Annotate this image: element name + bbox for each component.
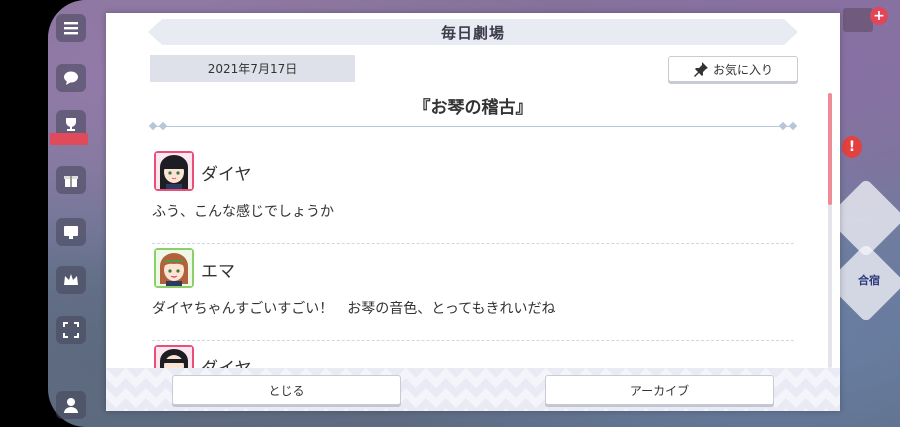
dialogue-text: ふう、こんな感じでしょうか	[152, 204, 334, 220]
camp-tile-label: 合宿	[858, 274, 880, 287]
date-label: 2021年7月17日	[150, 55, 355, 82]
crown-icon	[64, 274, 78, 285]
divider-ornament	[148, 121, 158, 131]
dialogue-entry: ダイヤ	[152, 341, 794, 369]
expand-icon	[63, 322, 79, 338]
news-menu-button[interactable]	[56, 218, 86, 246]
favorite-button[interactable]: お気に入り	[668, 56, 798, 82]
person-icon	[64, 398, 78, 413]
divider	[152, 126, 794, 127]
dialogue-text: ダイヤちゃんすごいすごい！ お琴の音色、とってもきれいだね	[152, 301, 556, 317]
character-portrait-icon	[156, 153, 192, 189]
avatar-dia	[154, 151, 194, 191]
scrollbar-thumb[interactable]	[828, 93, 832, 205]
favorite-label: お気に入り	[712, 62, 773, 77]
speaker-name: ダイヤ	[201, 359, 252, 369]
trophy-icon	[66, 118, 76, 131]
profile-menu-button[interactable]	[56, 391, 86, 419]
divider-ornament	[158, 121, 168, 131]
close-button[interactable]: とじる	[172, 375, 401, 405]
monitor-icon	[64, 226, 78, 239]
avatar-emma	[154, 248, 194, 288]
dialogue-entry: エマ ダイヤちゃんすごいすごい！ お琴の音色、とってもきれいだね	[152, 244, 794, 341]
speaker-name: ダイヤ	[201, 165, 252, 185]
character-portrait-icon	[156, 250, 192, 286]
archive-button[interactable]: アーカイブ	[545, 375, 774, 405]
character-portrait-icon	[156, 347, 192, 369]
episode-title: 『お琴の稽古』	[413, 98, 533, 118]
title-banner: 毎日劇場	[148, 19, 798, 45]
add-currency-icon[interactable]: +	[870, 7, 888, 25]
fullscreen-button[interactable]	[56, 316, 86, 344]
present-menu-button[interactable]	[56, 166, 86, 194]
avatar-dia	[154, 345, 194, 369]
chat-bubble-icon	[64, 71, 78, 85]
daily-theater-dialog: 毎日劇場 2021年7月17日 お気に入り 『お琴の稽古』 ダイヤ ふう、こんな…	[106, 13, 840, 411]
divider-ornament	[788, 121, 798, 131]
chat-menu-button[interactable]	[56, 64, 86, 92]
hamburger-icon	[64, 22, 78, 35]
speaker-name: エマ	[201, 262, 235, 282]
currency-counter	[843, 8, 873, 32]
gift-icon	[64, 176, 78, 187]
menu-button[interactable]	[56, 14, 86, 42]
pin-icon	[693, 62, 708, 77]
dialog-title: 毎日劇場	[440, 23, 505, 42]
event-tag	[50, 133, 88, 145]
dialogue-entry: ダイヤ ふう、こんな感じでしょうか	[152, 147, 794, 244]
dialogue-list[interactable]: ダイヤ ふう、こんな感じでしょうか エマ ダイヤちゃんすごいすごい！ お琴の音色	[152, 147, 794, 369]
alert-icon[interactable]: !	[842, 136, 862, 158]
divider-ornament	[778, 121, 788, 131]
ranking-menu-button[interactable]	[56, 266, 86, 294]
